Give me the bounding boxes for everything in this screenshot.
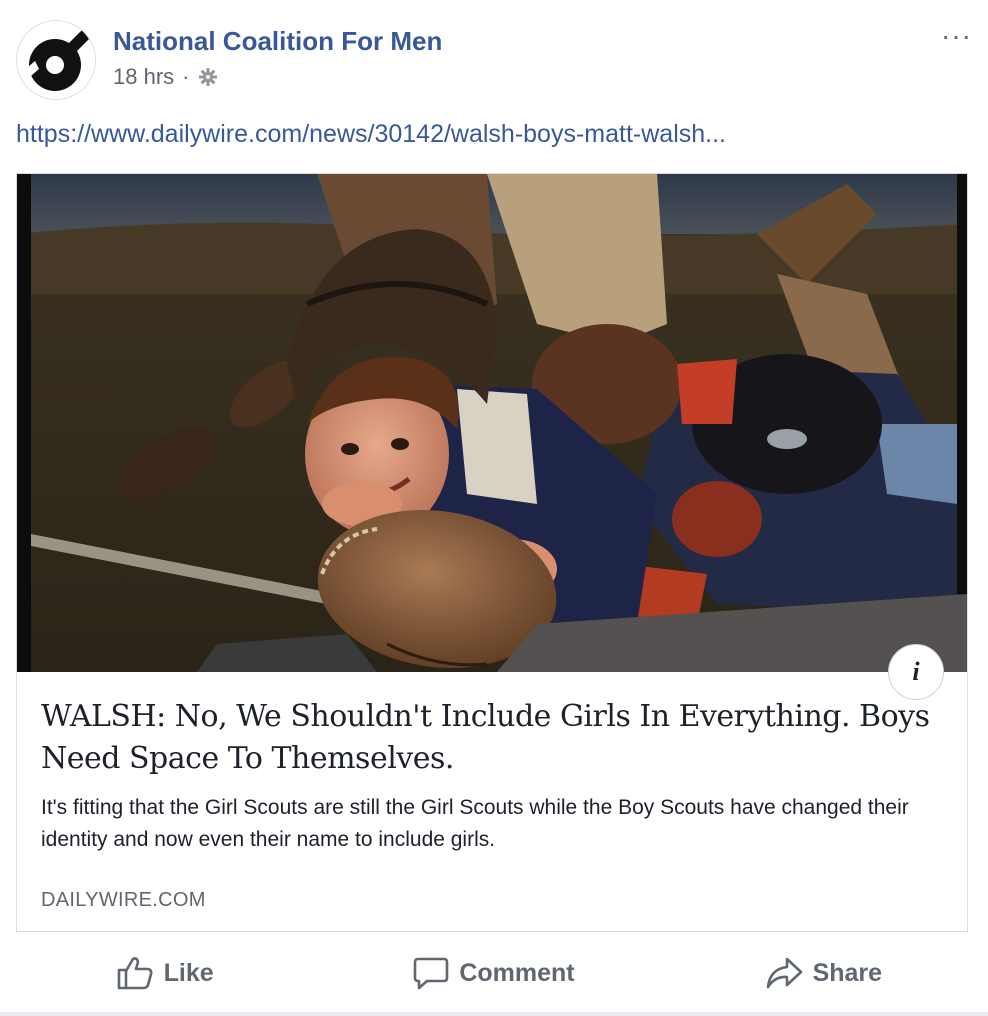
like-button[interactable]: Like	[0, 955, 329, 991]
page-name-link[interactable]: National Coalition For Men	[113, 26, 442, 57]
photo-boys-football	[17, 174, 967, 672]
link-preview-image[interactable]	[17, 174, 967, 672]
link-preview-card[interactable]: i WALSH: No, We Shouldn't Include Girls …	[16, 173, 968, 932]
post-meta: 18 hrs ·	[113, 64, 219, 90]
comment-label: Comment	[459, 958, 575, 987]
like-label: Like	[163, 958, 214, 987]
share-label: Share	[812, 958, 883, 987]
card-headline[interactable]: WALSH: No, We Shouldn't Include Girls In…	[41, 696, 951, 780]
more-options-button[interactable]: ···	[941, 22, 972, 50]
thumbs-up-icon	[117, 957, 153, 990]
page-avatar[interactable]	[16, 20, 96, 100]
post-link-text[interactable]: https://www.dailywire.com/news/30142/wal…	[16, 120, 726, 149]
post-actions-bar: Like Comment Share	[0, 940, 988, 1006]
card-description: It's fitting that the Girl Scouts are st…	[41, 796, 909, 851]
coalition-logo-icon	[18, 22, 95, 99]
meta-separator: ·	[182, 64, 190, 89]
share-button[interactable]: Share	[659, 956, 988, 990]
comment-bubble-icon	[414, 957, 449, 990]
share-arrow-icon	[766, 957, 802, 989]
feed-post: National Coalition For Men 18 hrs · ··· …	[0, 0, 988, 1016]
post-bottom-divider	[0, 1012, 988, 1016]
ellipsis-icon: ···	[941, 20, 972, 51]
info-button[interactable]: i	[888, 644, 944, 700]
gear-icon[interactable]	[197, 66, 219, 88]
card-domain: DAILYWIRE.COM	[41, 889, 206, 911]
comment-button[interactable]: Comment	[329, 956, 658, 990]
post-timestamp[interactable]: 18 hrs	[113, 64, 174, 90]
